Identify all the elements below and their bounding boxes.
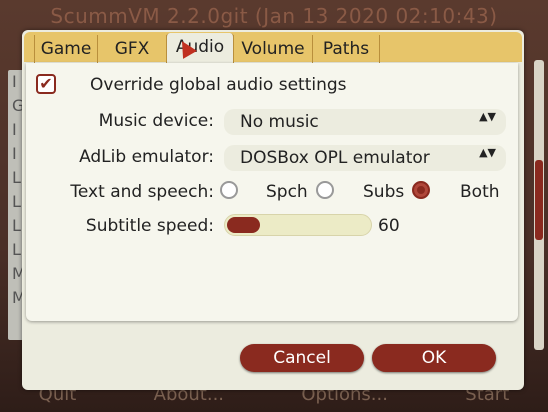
tab-paths[interactable]: Paths [312,35,380,63]
radio-both[interactable] [412,181,430,199]
adlib-emulator-select[interactable]: DOSBox OPL emulator ▲▼ [224,145,506,171]
launcher-title: ScummVM 2.2.0git (Jan 13 2020 02:10:43) [50,4,498,28]
override-audio-label: Override global audio settings [90,75,347,95]
music-device-label: Music device: [98,111,214,131]
text-speech-label: Text and speech: [70,182,214,202]
select-arrows-icon: ▲▼ [479,146,496,159]
tab-bar: Game GFX Audio Volume Paths [24,32,522,64]
subtitle-speed-fill [227,217,260,233]
subtitle-speed-slider[interactable] [224,214,372,236]
ok-button[interactable]: OK [372,344,496,372]
adlib-emulator-value: DOSBox OPL emulator [240,148,430,168]
music-device-select[interactable]: No music ▲▼ [224,109,506,135]
radio-speech-label: Spch [266,182,308,202]
tab-game[interactable]: Game [34,35,98,63]
music-device-value: No music [240,112,319,132]
radio-speech[interactable] [220,181,238,199]
subtitle-speed-label: Subtitle speed: [85,216,214,236]
adlib-emulator-label: AdLib emulator: [79,147,214,167]
override-audio-checkbox[interactable]: ✔ [36,74,56,94]
game-list-scrollbar[interactable] [534,60,544,350]
scrollbar-thumb[interactable] [535,160,543,240]
tab-volume[interactable]: Volume [233,35,313,63]
radio-subtitles[interactable] [316,181,334,199]
cancel-button[interactable]: Cancel [240,344,364,372]
radio-both-label: Both [460,182,500,202]
radio-subtitles-label: Subs [363,182,405,202]
tab-gfx[interactable]: GFX [97,35,167,63]
subtitle-speed-value: 60 [378,216,400,236]
select-arrows-icon: ▲▼ [479,110,496,123]
game-options-dialog: Game GFX Audio Volume Paths ✔ Override g… [22,30,524,390]
